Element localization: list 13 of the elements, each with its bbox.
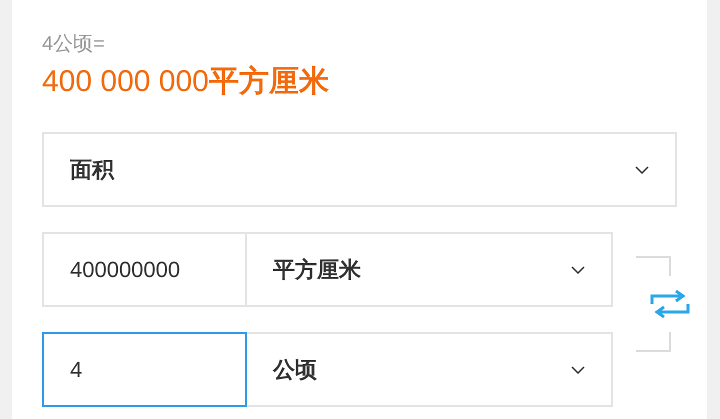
chevron-down-icon bbox=[635, 166, 649, 174]
value-input[interactable]: 4 bbox=[42, 332, 247, 407]
conversion-result: 400 000 000平方厘米 bbox=[42, 64, 330, 100]
chevron-down-icon bbox=[571, 266, 585, 274]
bracket-line bbox=[636, 332, 671, 352]
unit-select[interactable]: 公顷 bbox=[247, 332, 613, 407]
chevron-down-icon bbox=[571, 366, 585, 374]
unit-select[interactable]: 平方厘米 bbox=[247, 232, 613, 307]
value-input[interactable]: 400000000 bbox=[42, 232, 247, 307]
category-select[interactable]: 面积 bbox=[42, 132, 677, 207]
bracket-line bbox=[636, 256, 671, 276]
conversion-expression: 4公顷= bbox=[42, 32, 106, 57]
swap-arrows-icon bbox=[650, 290, 690, 318]
